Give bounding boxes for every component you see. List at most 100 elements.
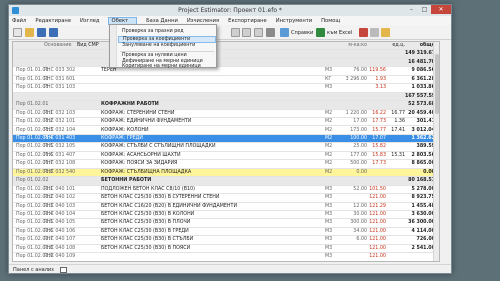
- menu-help[interactable]: Помощ: [321, 18, 340, 24]
- table-row[interactable]: Пор 01.02.01.8 РНС 032 540 КОФРАЖ: СТЪЛБИЩ…: [13, 168, 439, 178]
- cell-name: КОФРАЖ: СТЪЛБИЩНА ПЛОЩАДКА: [101, 169, 192, 175]
- table-row[interactable]: Пор 01.02.02.4 РНС 040 104 БЕТОН КЛАС С25/…: [13, 211, 439, 220]
- print-icon[interactable]: [266, 28, 275, 37]
- table-row[interactable]: Пор 01.02.01.6 РНС 031 407 КОФРАЖ: АСАНСЬО…: [13, 152, 439, 161]
- cell-total: 8 865.00: [411, 161, 435, 167]
- status-bar: Панел с анализ: [9, 264, 451, 273]
- cell-name: БЕТОН КЛАС С16/20 (В20) В ЕДИНИЧНИ ФУНДА…: [101, 203, 238, 209]
- vertical-scrollbar[interactable]: [433, 42, 439, 261]
- cell-id: Пор 01.02.02.7: [16, 237, 54, 243]
- table-row[interactable]: Пор 01.01.01 РНС 033 302 ТЕРЕН М3 76.00 119.5…: [13, 67, 439, 76]
- tool-icon[interactable]: [359, 28, 368, 37]
- table-row[interactable]: Пор 01.02.02.7 РНС 040 107 БЕТОН КЛАС С25/…: [13, 236, 439, 245]
- cell-price: 17.73: [372, 119, 386, 125]
- menu-file[interactable]: Файл: [12, 18, 26, 24]
- table-row[interactable]: Пор 01.02.01.3 РНС 032 104 КОФРАЖ: КОЛОНИ М…: [13, 127, 439, 135]
- cell-total: 167 557.59: [405, 93, 436, 99]
- excel-icon[interactable]: [316, 28, 325, 37]
- menu-item-correct-units[interactable]: Коригиране на мерни единици: [122, 64, 201, 69]
- save-as-icon[interactable]: [49, 28, 58, 37]
- table-row[interactable]: Пор 01.02.02.2 РНС 040 102 БЕТОН КЛАС С25/…: [13, 194, 439, 203]
- cell-unit: М2: [325, 152, 333, 158]
- group-row[interactable]: Пор 01.02.01 КОФРАЖНИ РАБОТИ 52 573.68: [13, 101, 439, 110]
- cell-price: 17.07: [372, 135, 386, 141]
- menu-view[interactable]: Изглед: [80, 18, 99, 24]
- menu-database[interactable]: База Данни: [146, 18, 178, 24]
- menu-item-check-zero-prices[interactable]: Проверка за нулеви цени: [122, 53, 187, 58]
- cell-total: 389.59: [416, 144, 435, 150]
- table-row[interactable]: Пор 01.02.01.4 РНС 031 403 КОФРАЖ: ГРЕДИ М2…: [13, 134, 439, 144]
- group-row[interactable]: 167 557.59: [13, 92, 439, 102]
- cell-total: 80 168.51: [408, 178, 435, 184]
- title-bar[interactable]: Project Estimator: Проект 01.efo * – □ ✕: [9, 5, 451, 16]
- cell-code: РНС 033 302: [44, 68, 76, 74]
- reports-button[interactable]: Справки: [291, 30, 313, 36]
- table-row[interactable]: Пор 01.02.01.7 РНС 032 108 КОФРАЖ: ПОЯСИ З…: [13, 160, 439, 169]
- table-row[interactable]: Пор 01.02.02.6 РНС 040 106 БЕТОН КЛАС С25/…: [13, 228, 439, 237]
- cell-name: БЕТОН КЛАС С25/30 (В30) В СТЪЛБИ: [101, 237, 194, 243]
- cell-qty: 76.00: [353, 68, 367, 74]
- export-excel-button[interactable]: към Excel: [327, 30, 352, 36]
- cell-price: 121.00: [369, 245, 386, 251]
- copy-icon[interactable]: [231, 28, 240, 37]
- table-row[interactable]: Пор 01.02.01.1 РНС 032 103 КОФРАЖ: СТЕРЕНИ…: [13, 110, 439, 119]
- estimate-table[interactable]: Основание Вид СМР м-ка:ко ед.ц. общо 149…: [12, 41, 440, 262]
- table-row[interactable]: Пор 01.01.03 РНС 031 103 М3 3.13 1 033.86: [13, 84, 439, 93]
- table-row[interactable]: Пор 01.01.02 РНС 031 601 КГ 3 296.00 1.93 6 3…: [13, 76, 439, 85]
- cell-code: РНС 032 104: [44, 127, 76, 133]
- save-icon[interactable]: [37, 28, 46, 37]
- cell-total: 1 362.62: [411, 135, 435, 141]
- tool2-icon[interactable]: [370, 28, 379, 37]
- table-row[interactable]: Пор 01.02.02.8 РНС 040 108 БЕТОН КЛАС С25/…: [13, 245, 439, 254]
- cell-code: РНС 032 103: [44, 110, 76, 116]
- cut-icon[interactable]: [254, 28, 263, 37]
- cell-id: Пор 01.02.02: [16, 178, 49, 184]
- col-header-qty[interactable]: м-ка:ко: [325, 43, 367, 49]
- cell-id: Пор 01.02.01: [16, 102, 49, 108]
- app-icon: [12, 7, 19, 14]
- help-icon[interactable]: [381, 28, 390, 37]
- table-row[interactable]: Пор 01.02.02.1 РНС 040 101 ПОДЛОЖЕН БЕТОН …: [13, 186, 439, 195]
- cell-price: 119.56: [369, 68, 386, 74]
- menu-export[interactable]: Експортиране: [228, 18, 267, 24]
- cell-unit-price: 15.31: [391, 152, 405, 158]
- cell-code: РНС 032 540: [44, 169, 76, 175]
- menu-item-check-coefficients[interactable]: Проверка за коефициенти: [118, 36, 216, 43]
- cell-code: РНС 032 105: [44, 144, 76, 150]
- cell-price: 121.29: [369, 203, 386, 209]
- menu-item-reset-coefficients[interactable]: Зануляване на коефициенти: [122, 43, 195, 48]
- cell-price: 121.00: [369, 195, 386, 201]
- new-file-icon[interactable]: [13, 28, 22, 37]
- menu-edit[interactable]: Редактиране: [35, 18, 71, 24]
- cell-total: 4 114.00: [411, 228, 435, 234]
- cell-name: КОФРАЖ: КОЛОНИ: [101, 127, 149, 133]
- cell-total: 3 012.04: [411, 127, 435, 133]
- cell-price: 121.00: [369, 212, 386, 217]
- table-row[interactable]: Пор 01.02.02.9 РНС 040 109 М3 121.00: [13, 253, 439, 261]
- group-row[interactable]: 16 481.70: [13, 58, 439, 68]
- minimize-icon[interactable]: –: [405, 5, 418, 14]
- cell-unit: М2: [325, 119, 333, 125]
- cell-name: КОФРАЖ: ГРЕДИ: [101, 135, 143, 141]
- table-row[interactable]: Пор 01.02.01.5 РНС 032 105 КОФРАЖ: СТЪЛБИ …: [13, 143, 439, 152]
- table-row[interactable]: Пор 01.02.01.2 РНС 032 101 КОФРАЖ: ЕДИНИЧН…: [13, 118, 439, 127]
- panel-toggle-icon[interactable]: [60, 267, 67, 273]
- cell-price: 121.00: [369, 254, 386, 260]
- group-row[interactable]: 149 319.67: [13, 50, 439, 59]
- open-folder-icon[interactable]: [25, 28, 34, 37]
- menu-item-check-empty-rows[interactable]: Проверка за празни ред: [122, 29, 184, 34]
- maximize-icon[interactable]: □: [418, 5, 431, 14]
- close-icon[interactable]: ✕: [431, 5, 451, 14]
- col-header-unit-price[interactable]: ед.ц.: [386, 43, 405, 49]
- paste-icon[interactable]: [242, 28, 251, 37]
- reports-icon[interactable]: [280, 28, 289, 37]
- cell-qty: 30.00: [353, 212, 367, 217]
- scrollbar-thumb[interactable]: [435, 54, 439, 114]
- group-row[interactable]: Пор 01.02.02 БЕТОННИ РАБОТИ 80 168.51: [13, 177, 439, 186]
- cell-id: Пор 01.01.01: [16, 68, 49, 74]
- menu-tools[interactable]: Инструменти: [276, 18, 312, 24]
- table-row[interactable]: Пор 01.02.02.3 РНС 040 103 БЕТОН КЛАС С16/…: [13, 203, 439, 211]
- table-row[interactable]: Пор 01.02.02.5 РНС 040 105 БЕТОН КЛАС С25/…: [13, 219, 439, 228]
- col-header-total[interactable]: общо: [405, 43, 435, 49]
- menu-calculations[interactable]: Изчисления: [187, 18, 219, 24]
